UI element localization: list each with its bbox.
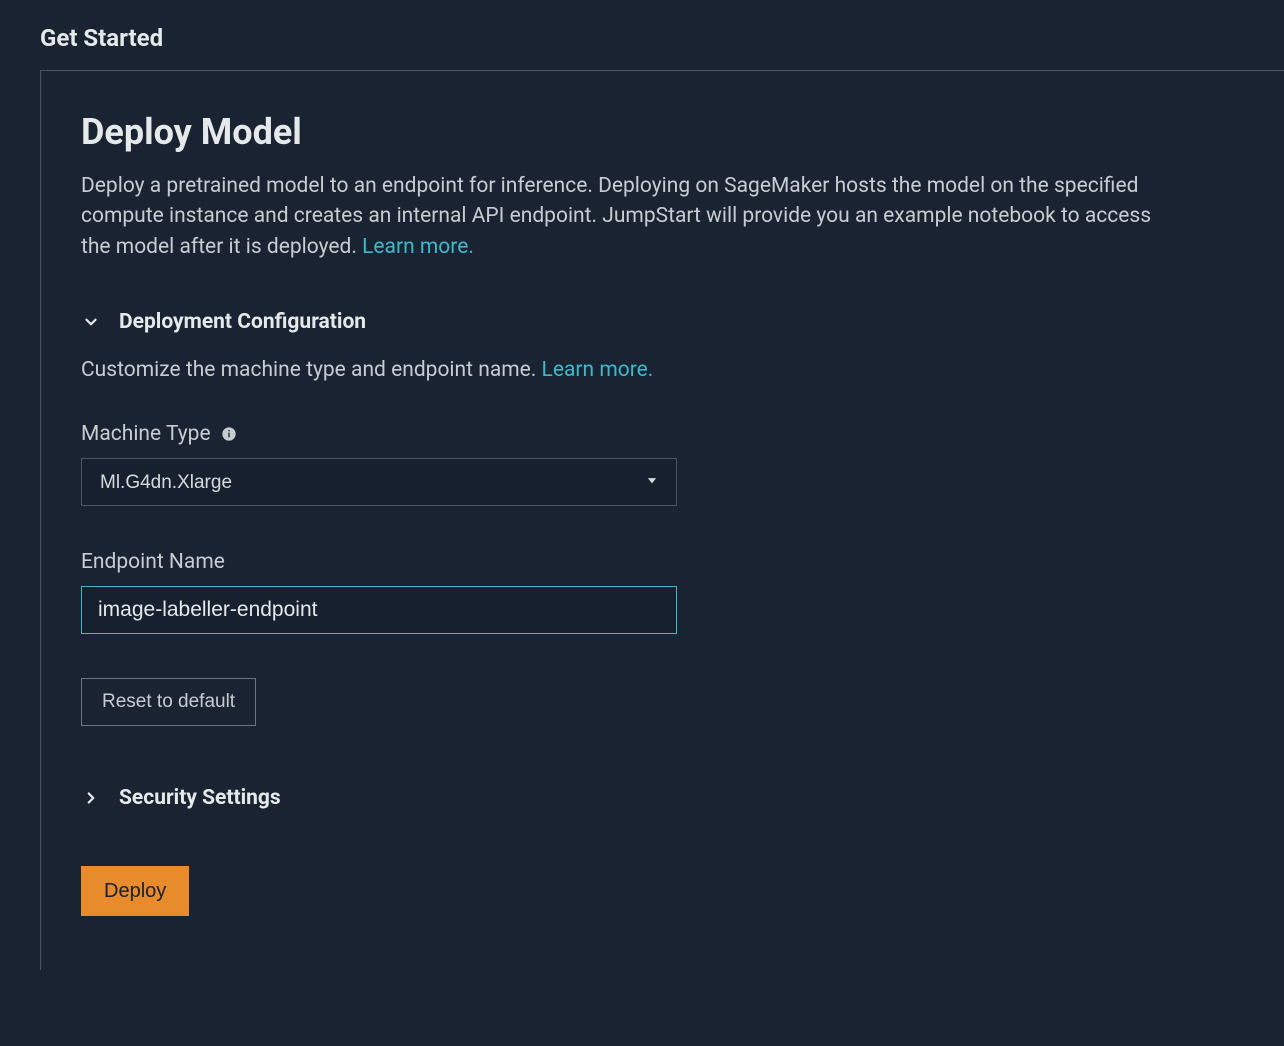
endpoint-name-field: Endpoint Name [81,550,1244,634]
deployment-learn-more-link[interactable]: Learn more. [542,358,654,382]
deployment-config-subtext-text: Customize the machine type and endpoint … [81,358,542,382]
security-settings-toggle[interactable]: Security Settings [81,786,1244,810]
machine-type-label: Machine Type [81,422,211,446]
panel-description-text: Deploy a pretrained model to an endpoint… [81,174,1151,259]
deploy-model-panel: Deploy Model Deploy a pretrained model t… [40,70,1284,970]
reset-button[interactable]: Reset to default [81,678,256,726]
deployment-config-title: Deployment Configuration [119,310,366,334]
learn-more-link[interactable]: Learn more. [362,235,474,259]
deployment-config-toggle[interactable]: Deployment Configuration [81,310,1244,334]
security-settings-title: Security Settings [119,786,281,810]
chevron-down-icon [81,312,101,332]
deployment-config-subtext: Customize the machine type and endpoint … [81,358,1244,382]
machine-type-field: Machine Type Ml.G4dn.Xlarge [81,422,1244,506]
endpoint-name-label: Endpoint Name [81,550,225,574]
endpoint-name-input[interactable] [81,586,677,634]
info-icon[interactable] [221,426,237,442]
machine-type-select[interactable]: Ml.G4dn.Xlarge [81,458,677,506]
deploy-button[interactable]: Deploy [81,866,189,916]
panel-description: Deploy a pretrained model to an endpoint… [81,171,1171,262]
page-title: Get Started [40,24,1244,52]
chevron-right-icon [81,788,101,808]
panel-title: Deploy Model [81,111,1244,153]
